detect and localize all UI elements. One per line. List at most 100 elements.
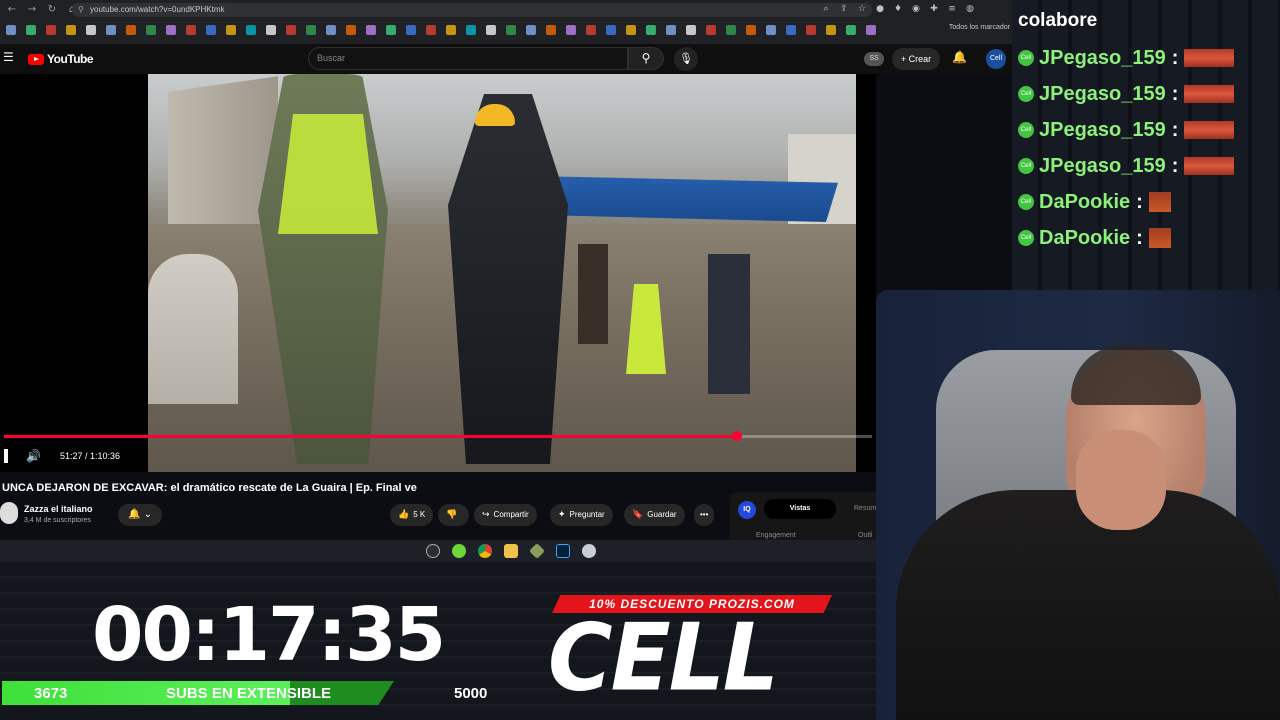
bookmark-favicon-icon[interactable] — [666, 25, 676, 35]
address-bar[interactable]: ⚲ youtube.com/watch?v=0undKPHKtmk — [72, 3, 872, 17]
bookmark-favicon-icon[interactable] — [506, 25, 516, 35]
back-icon[interactable]: ← — [4, 2, 20, 18]
bookmark-favicon-icon[interactable] — [846, 25, 856, 35]
bookmark-favicon-icon[interactable] — [26, 25, 36, 35]
bookmark-favicon-icon[interactable] — [46, 25, 56, 35]
menu-icon[interactable]: ≡ — [946, 3, 958, 15]
bookmark-favicon-icon[interactable] — [786, 25, 796, 35]
bookmark-favicon-icon[interactable] — [686, 25, 696, 35]
bookmark-favicon-icon[interactable] — [566, 25, 576, 35]
video-player[interactable]: 🔊 51:27 / 1:10:36 — [0, 74, 876, 472]
extension-icon[interactable]: ◉ — [910, 3, 922, 15]
forward-icon[interactable]: → — [24, 2, 40, 18]
profile-icon[interactable]: ◍ — [964, 3, 976, 15]
voice-search-button[interactable]: 🎙 — [674, 47, 698, 71]
bookmark-favicon-icon[interactable] — [546, 25, 556, 35]
notifications-bell-icon[interactable]: 🔔 — [952, 50, 967, 64]
share-button[interactable]: ↪ Compartir — [474, 504, 537, 526]
all-bookmarks-folder[interactable]: Todos los marcador — [949, 24, 1010, 31]
bookmark-favicon-icon[interactable] — [726, 25, 736, 35]
bookmark-favicon-icon[interactable] — [266, 25, 276, 35]
bookmark-favicon-icon[interactable] — [206, 25, 216, 35]
dislike-button[interactable]: 👎 — [438, 504, 470, 526]
bookmark-favicon-icon[interactable] — [246, 25, 256, 35]
tab-vistas[interactable]: Vistas — [764, 499, 836, 519]
chat-username[interactable]: JPegaso_159 — [1039, 47, 1166, 70]
video-frame[interactable] — [148, 74, 856, 472]
ask-button[interactable]: ✦ Preguntar — [550, 504, 613, 526]
bookmark-favicon-icon[interactable] — [446, 25, 456, 35]
bookmark-favicon-icon[interactable] — [706, 25, 716, 35]
play-pause-icon[interactable] — [4, 449, 8, 463]
extension-icon[interactable]: ♦ — [892, 3, 904, 15]
bookmark-favicon-icon[interactable] — [106, 25, 116, 35]
bookmark-favicon-icon[interactable] — [186, 25, 196, 35]
bookmark-favicon-icon[interactable] — [366, 25, 376, 35]
bookmark-favicon-icon[interactable] — [126, 25, 136, 35]
volume-icon[interactable]: 🔊 — [26, 449, 41, 463]
youtube-logo[interactable]: YouTube — [28, 52, 94, 66]
subscription-bell-button[interactable]: 🔔 ⌄ — [118, 504, 162, 526]
bookmark-favicon-icon[interactable] — [866, 25, 876, 35]
thumbs-up-icon: 👍 — [398, 510, 410, 520]
chat-username[interactable]: JPegaso_159 — [1039, 83, 1166, 106]
bookmark-favicon-icon[interactable] — [646, 25, 656, 35]
bookmark-favicon-icon[interactable] — [286, 25, 296, 35]
file-explorer-icon[interactable] — [504, 544, 518, 558]
progress-bar[interactable] — [4, 431, 872, 441]
site-info-icon[interactable]: ⚲ — [78, 3, 84, 17]
ss-badge[interactable]: SS — [864, 52, 884, 66]
bookmark-favicon-icon[interactable] — [766, 25, 776, 35]
bookmark-favicon-icon[interactable] — [426, 25, 436, 35]
extension-icon[interactable]: ● — [874, 3, 886, 15]
obs-app-icon[interactable] — [582, 544, 596, 558]
bookmark-favicon-icon[interactable] — [486, 25, 496, 35]
minecraft-app-icon[interactable] — [529, 543, 545, 559]
bookmark-favicon-icon[interactable] — [406, 25, 416, 35]
bookmark-favicon-icon[interactable] — [166, 25, 176, 35]
bookmark-favicon-icon[interactable] — [86, 25, 96, 35]
bookmark-favicon-icon[interactable] — [826, 25, 836, 35]
bookmark-favicon-icon[interactable] — [326, 25, 336, 35]
extensions-puzzle-icon[interactable]: ✚ — [928, 3, 940, 15]
iq-icon[interactable]: IQ — [738, 501, 756, 519]
bookmark-favicon-icon[interactable] — [226, 25, 236, 35]
zoom-icon[interactable]: ⌕ — [820, 3, 832, 15]
bookmark-favicon-icon[interactable] — [346, 25, 356, 35]
bookmark-favicon-icon[interactable] — [386, 25, 396, 35]
chat-username[interactable]: JPegaso_159 — [1039, 155, 1166, 178]
more-actions-button[interactable]: ••• — [694, 504, 715, 526]
bookmark-favicon-icon[interactable] — [66, 25, 76, 35]
settings-app-icon[interactable] — [426, 544, 440, 558]
photoshop-app-icon[interactable] — [556, 544, 570, 558]
account-avatar[interactable]: Cell — [986, 49, 1006, 69]
hamburger-menu-icon[interactable]: ☰ — [3, 50, 14, 64]
search-button[interactable]: ⚲ — [628, 47, 664, 70]
bookmark-favicon-icon[interactable] — [306, 25, 316, 35]
bookmark-favicon-icon[interactable] — [466, 25, 476, 35]
bookmark-favicon-icon[interactable] — [146, 25, 156, 35]
channel-avatar[interactable] — [0, 502, 18, 524]
share-page-icon[interactable]: ⇪ — [838, 3, 850, 15]
bookmark-favicon-icon[interactable] — [746, 25, 756, 35]
channel-name[interactable]: Zazza el italiano — [24, 504, 93, 514]
chat-username[interactable]: DaPookie — [1039, 227, 1130, 250]
chat-username[interactable]: DaPookie — [1039, 191, 1130, 214]
bookmark-star-icon[interactable]: ☆ — [856, 3, 868, 15]
save-button[interactable]: 🔖 Guardar — [624, 504, 685, 526]
subscriber-badge-icon: Cell — [1018, 194, 1034, 210]
bookmark-favicon-icon[interactable] — [606, 25, 616, 35]
chat-username[interactable]: JPegaso_159 — [1039, 119, 1166, 142]
reload-icon[interactable]: ↻ — [44, 2, 60, 18]
search-input[interactable]: Buscar — [308, 47, 628, 70]
bookmark-favicon-icon[interactable] — [626, 25, 636, 35]
bookmark-favicon-icon[interactable] — [806, 25, 816, 35]
tab-resumen[interactable]: Resum — [854, 499, 876, 519]
bookmark-favicon-icon[interactable] — [526, 25, 536, 35]
whatsapp-app-icon[interactable] — [452, 544, 466, 558]
bookmark-favicon-icon[interactable] — [586, 25, 596, 35]
like-button[interactable]: 👍 5 K — [390, 504, 434, 526]
chrome-app-icon[interactable] — [478, 544, 492, 558]
create-button[interactable]: + Crear — [892, 48, 940, 70]
bookmark-favicon-icon[interactable] — [6, 25, 16, 35]
